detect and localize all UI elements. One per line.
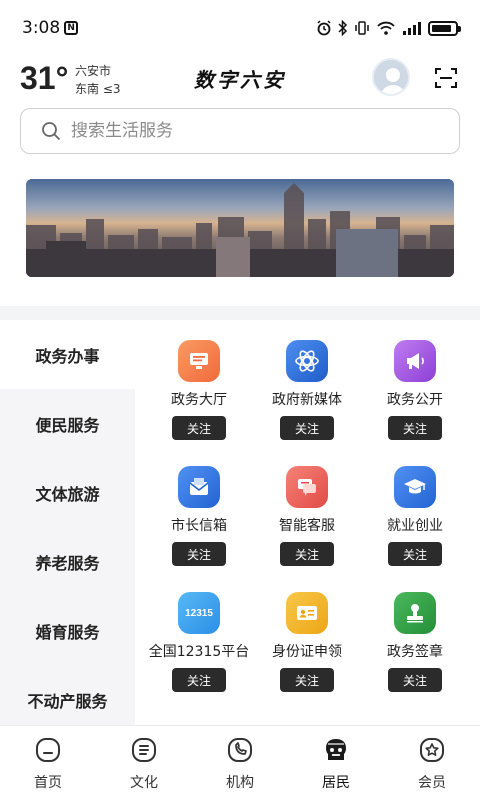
monitor-icon: [178, 340, 220, 382]
search-input[interactable]: [71, 121, 431, 141]
service-label: 智能客服: [279, 518, 335, 534]
follow-button[interactable]: 关注: [172, 416, 226, 440]
chat-icon: [286, 466, 328, 508]
status-bar: 3:08 N: [0, 0, 480, 56]
follow-button[interactable]: 关注: [172, 668, 226, 692]
service-gov-hall[interactable]: 政务大厅 关注: [145, 340, 253, 466]
nav-label: 会员: [418, 775, 446, 791]
service-gov-disclosure[interactable]: 政务公开 关注: [361, 340, 469, 466]
battery-icon: [428, 20, 461, 36]
wifi-icon: [377, 21, 395, 35]
search-icon: [42, 122, 61, 141]
service-grid: 政务大厅 关注 政府新媒体 关注 政务公开 关注 市长信箱 关注 智能客服 关注…: [145, 340, 470, 720]
category-label: 政务办事: [35, 346, 100, 366]
category-sidebar: 政务办事 便民服务 文体旅游 养老服务 婚育服务 不动产服务: [0, 320, 135, 725]
nav-label: 机构: [226, 775, 254, 791]
nfc-icon: N: [64, 21, 79, 35]
wind-info: 东南 ≤3: [75, 82, 121, 96]
alarm-icon: [317, 20, 331, 36]
follow-button[interactable]: 关注: [280, 542, 334, 566]
service-id-card[interactable]: 身份证申领 关注: [253, 592, 361, 718]
section-divider: [0, 306, 480, 320]
graduation-cap-icon: [394, 466, 436, 508]
category-label: 不动产服务: [27, 691, 108, 711]
header: 31° 六安市 东南 ≤3 数字六安: [0, 56, 480, 102]
service-label: 政务签章: [387, 644, 443, 660]
id-card-icon: [286, 592, 328, 634]
megaphone-icon: [394, 340, 436, 382]
nav-label: 首页: [34, 775, 62, 791]
nav-member[interactable]: 会员: [384, 726, 480, 800]
scan-icon[interactable]: [434, 66, 458, 90]
bluetooth-icon: [338, 20, 348, 36]
temperature: 31°: [20, 60, 69, 96]
service-label: 就业创业: [387, 518, 443, 534]
bottom-nav: 首页 文化 机构 居民 会员: [0, 725, 480, 800]
nav-label: 居民: [322, 775, 350, 791]
app-title: 数字六安: [194, 68, 286, 92]
vibrate-icon: [355, 21, 369, 35]
category-label: 婚育服务: [35, 622, 100, 642]
category-marriage[interactable]: 婚育服务: [0, 596, 135, 665]
service-label: 身份证申领: [272, 644, 342, 660]
category-label: 文体旅游: [35, 484, 100, 504]
follow-button[interactable]: 关注: [388, 668, 442, 692]
service-label: 全国12315平台: [148, 644, 250, 660]
service-12315-platform[interactable]: 12315 全国12315平台 关注: [145, 592, 253, 718]
nav-institution[interactable]: 机构: [192, 726, 288, 800]
city-skyline-banner[interactable]: [26, 179, 454, 277]
category-label: 便民服务: [35, 415, 100, 435]
category-gov-affairs[interactable]: 政务办事: [0, 320, 135, 389]
service-label: 市长信箱: [171, 518, 227, 534]
city-name[interactable]: 六安市: [75, 62, 111, 79]
category-label: 养老服务: [35, 553, 100, 573]
category-convenience[interactable]: 便民服务: [0, 389, 135, 458]
nav-home[interactable]: 首页: [0, 726, 96, 800]
status-icons: [316, 20, 461, 36]
follow-button[interactable]: 关注: [388, 542, 442, 566]
stamp-icon: [394, 592, 436, 634]
status-left: 3:08 N: [22, 18, 79, 38]
follow-button[interactable]: 关注: [280, 668, 334, 692]
service-label: 政务公开: [387, 392, 443, 408]
service-employment[interactable]: 就业创业 关注: [361, 466, 469, 592]
avatar[interactable]: [372, 58, 410, 96]
member-icon: [418, 736, 446, 764]
service-label: 政务大厅: [171, 392, 227, 408]
home-icon: [34, 736, 62, 764]
user-avatar-icon: [380, 68, 406, 94]
phone-icon: [226, 736, 254, 764]
follow-button[interactable]: 关注: [172, 542, 226, 566]
complaint-12315-icon: 12315: [178, 592, 220, 634]
category-elderly-care[interactable]: 养老服务: [0, 527, 135, 596]
network-icon: [286, 340, 328, 382]
resident-icon: [322, 736, 350, 764]
document-icon: [130, 736, 158, 764]
skyline-image: [26, 179, 454, 277]
icon-text: 12315: [185, 607, 213, 619]
category-culture-tourism[interactable]: 文体旅游: [0, 458, 135, 527]
signal-icon: [403, 22, 421, 35]
follow-button[interactable]: 关注: [388, 416, 442, 440]
search-bar[interactable]: [20, 108, 460, 154]
nav-label: 文化: [130, 775, 158, 791]
service-gov-seal[interactable]: 政务签章 关注: [361, 592, 469, 718]
follow-button[interactable]: 关注: [280, 416, 334, 440]
service-smart-support[interactable]: 智能客服 关注: [253, 466, 361, 592]
category-real-estate[interactable]: 不动产服务: [0, 665, 135, 734]
status-time: 3:08: [22, 18, 61, 38]
nav-resident[interactable]: 居民: [288, 726, 384, 800]
service-label: 政府新媒体: [272, 392, 342, 408]
service-gov-new-media[interactable]: 政府新媒体 关注: [253, 340, 361, 466]
nav-culture[interactable]: 文化: [96, 726, 192, 800]
service-mayor-mailbox[interactable]: 市长信箱 关注: [145, 466, 253, 592]
mail-icon: [178, 466, 220, 508]
